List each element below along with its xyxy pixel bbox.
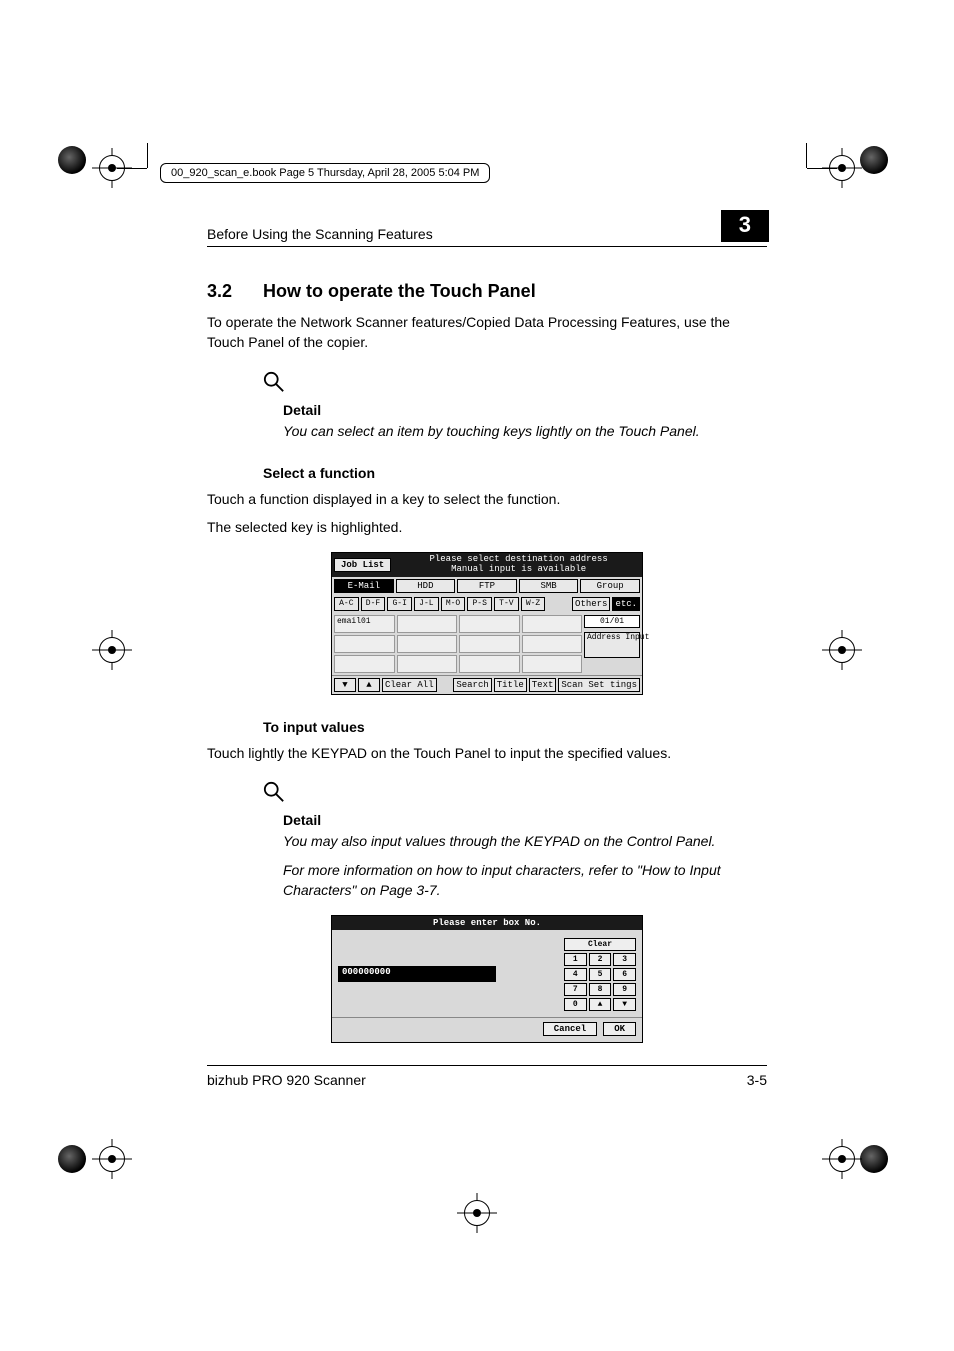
crosshair-icon [457,1193,497,1233]
section-heading: 3.2How to operate the Touch Panel [207,281,767,302]
scroll-down-button[interactable]: ▼ [334,678,356,692]
detail-text: For more information on how to input cha… [283,861,767,900]
subsection-heading: Select a function [263,465,767,481]
document-meta: 00_920_scan_e.book Page 5 Thursday, Apri… [160,163,490,183]
chapter-number-tab: 3 [721,210,769,242]
crosshair-icon [92,1139,132,1179]
destination-item[interactable] [459,635,520,653]
keypad-key[interactable]: 4 [564,968,587,981]
az-filter-button[interactable]: A-C [334,597,359,611]
body-paragraph: The selected key is highlighted. [207,517,767,537]
subsection-heading: To input values [263,719,767,735]
magnifier-icon [263,781,285,808]
destination-item[interactable] [397,615,458,633]
keypad-title: Please enter box No. [332,916,642,930]
keypad-key[interactable]: 9 [613,983,636,996]
page: 00_920_scan_e.book Page 5 Thursday, Apri… [0,0,954,1351]
destination-item[interactable] [522,635,583,653]
destination-item[interactable]: email01 [334,615,395,633]
az-filter-button[interactable]: J-L [414,597,439,611]
crop-line [147,143,148,168]
ui-message-line: Manual input is available [451,564,586,574]
keypad-key[interactable]: 5 [589,968,612,981]
keypad-up-key[interactable]: ▲ [589,998,612,1011]
detail-label: Detail [283,812,767,828]
tab-hdd[interactable]: HDD [396,579,456,593]
content-area: Before Using the Scanning Features 3 3.2… [207,210,767,1057]
crosshair-icon [822,1139,862,1179]
registration-ball-icon [860,146,896,182]
destination-item[interactable] [397,635,458,653]
tab-ftp[interactable]: FTP [457,579,517,593]
cancel-button[interactable]: Cancel [543,1022,597,1036]
az-filter-button[interactable]: M-O [441,597,466,611]
az-filter-button[interactable]: G-I [387,597,412,611]
running-head: Before Using the Scanning Features 3 [207,210,767,247]
numeric-display: 000000000 [338,966,496,982]
touch-panel-screenshot: Job List Please select destination addre… [331,552,643,695]
etc-button[interactable]: etc. [612,597,640,611]
detail-text: You can select an item by touching keys … [283,422,767,442]
detail-block: Detail You can select an item by touchin… [263,371,767,442]
destination-item[interactable] [334,655,395,673]
az-filter-button[interactable]: W-Z [521,597,546,611]
crop-line [807,168,837,169]
search-button[interactable]: Search [453,678,491,692]
keypad-key[interactable]: 8 [589,983,612,996]
text-button[interactable]: Text [529,678,557,692]
keypad-key[interactable]: 6 [613,968,636,981]
crop-line [806,143,807,168]
detail-label: Detail [283,402,767,418]
scan-settings-button[interactable]: Scan Set tings [558,678,640,692]
others-button[interactable]: Others [572,597,610,611]
keypad-down-key[interactable]: ▼ [613,998,636,1011]
keypad-key[interactable]: 2 [589,953,612,966]
registration-ball-icon [860,1145,896,1181]
ok-button[interactable]: OK [603,1022,636,1036]
keypad-key[interactable]: 0 [564,998,587,1011]
destination-item[interactable] [397,655,458,673]
destination-item[interactable] [522,615,583,633]
az-filter-button[interactable]: T-V [494,597,519,611]
clear-button[interactable]: Clear [564,938,636,951]
body-paragraph: Touch lightly the KEYPAD on the Touch Pa… [207,743,767,763]
keypad-key[interactable]: 7 [564,983,587,996]
keypad-key[interactable]: 1 [564,953,587,966]
crosshair-icon [92,630,132,670]
tab-group[interactable]: Group [580,579,640,593]
registration-ball-icon [58,1145,94,1181]
footer-page-number: 3-5 [747,1072,767,1088]
ui-message-line: Please select destination address [429,554,607,564]
tab-smb[interactable]: SMB [519,579,579,593]
registration-ball-icon [58,146,94,182]
detail-block: Detail You may also input values through… [263,781,767,901]
destination-item[interactable] [459,655,520,673]
destination-item[interactable] [459,615,520,633]
magnifier-icon [263,371,285,398]
destination-item[interactable] [334,635,395,653]
detail-text: You may also input values through the KE… [283,832,767,852]
az-filter-button[interactable]: P-S [467,597,492,611]
page-footer: bizhub PRO 920 Scanner 3-5 [207,1065,767,1088]
footer-product: bizhub PRO 920 Scanner [207,1072,366,1088]
destination-item[interactable] [522,655,583,673]
keypad-screenshot: Please enter box No. 000000000 Clear 1 2… [331,915,643,1043]
az-filter-button[interactable]: D-F [361,597,386,611]
keypad-key[interactable]: 3 [613,953,636,966]
tab-email[interactable]: E-Mail [334,579,394,593]
scroll-up-button[interactable]: ▲ [358,678,380,692]
crosshair-icon [822,630,862,670]
intro-paragraph: To operate the Network Scanner features/… [207,312,767,353]
address-input-button[interactable]: Address Input [584,632,640,658]
running-head-text: Before Using the Scanning Features [207,226,433,242]
section-number: 3.2 [207,281,263,302]
clear-all-button[interactable]: Clear All [382,678,437,692]
section-title: How to operate the Touch Panel [263,281,536,301]
title-button[interactable]: Title [494,678,527,692]
job-list-button[interactable]: Job List [334,558,391,572]
body-paragraph: Touch a function displayed in a key to s… [207,489,767,509]
crop-line [117,168,147,169]
page-counter: 01/01 [584,615,640,628]
